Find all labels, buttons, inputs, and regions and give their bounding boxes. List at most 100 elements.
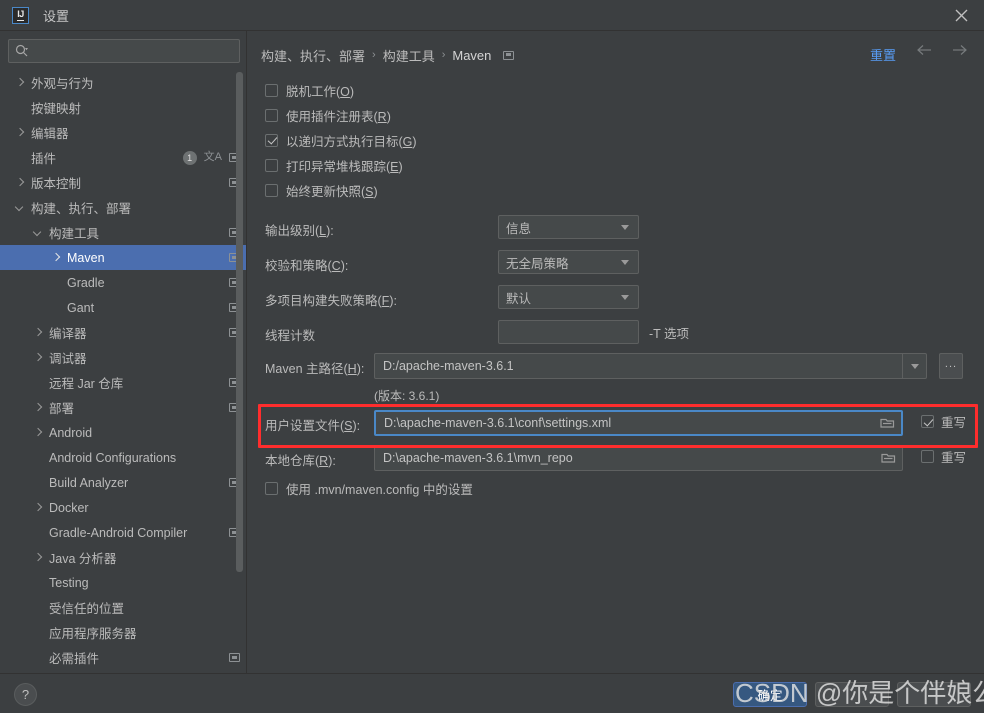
sidebar-item-label: Java 分析器 (49, 552, 117, 566)
sidebar-item-部署[interactable]: 部署 (0, 395, 246, 420)
breadcrumb-separator: › (372, 49, 376, 61)
maven-option-row[interactable]: 以递归方式执行目标(G) (265, 129, 417, 151)
user-settings-override-group[interactable]: 重写 (921, 412, 966, 431)
sidebar-item-testing[interactable]: Testing (0, 570, 246, 595)
chevron-right-icon[interactable] (34, 353, 43, 362)
sidebar-item-label: 编译器 (49, 327, 87, 341)
translate-icon[interactable]: 文A (204, 152, 222, 163)
use-mvn-config-checkbox[interactable] (265, 481, 278, 495)
user-settings-override-checkbox[interactable] (921, 415, 934, 428)
maven-option-row[interactable]: 使用插件注册表(R) (265, 104, 391, 126)
sidebar-item-label: 构建工具 (49, 227, 100, 241)
multiproject-fail-policy-label-row: 多项目构建失败策略(F): (265, 287, 397, 311)
sidebar-item-按键映射[interactable]: 按键映射 (0, 95, 246, 120)
sidebar-item-gradle-android-compiler[interactable]: Gradle-Android Compiler (0, 520, 246, 545)
apply-button[interactable] (897, 682, 971, 707)
maven-option-checkbox[interactable] (265, 183, 278, 197)
chevron-right-icon[interactable] (34, 403, 43, 412)
help-button[interactable]: ? (14, 683, 37, 706)
local-repository-override-group[interactable]: 重写 (921, 447, 966, 466)
search-input[interactable] (29, 44, 239, 58)
user-settings-file-input[interactable]: D:\apache-maven-3.6.1\conf\settings.xml (374, 410, 903, 436)
thread-count-input[interactable] (498, 320, 639, 344)
sidebar-item-应用程序服务器[interactable]: 应用程序服务器 (0, 620, 246, 645)
sidebar-item-调试器[interactable]: 调试器 (0, 345, 246, 370)
sidebar-item-必需插件[interactable]: 必需插件 (0, 645, 246, 670)
maven-option-row[interactable]: 脱机工作(O) (265, 79, 354, 101)
chevron-down-icon[interactable] (16, 203, 25, 212)
sidebar-item-插件[interactable]: 插件 1 文A (0, 145, 246, 170)
sidebar-item-外观与行为[interactable]: 外观与行为 (0, 70, 246, 95)
chevron-right-icon[interactable] (34, 503, 43, 512)
dialog-footer: ? 确定 (0, 673, 984, 713)
sidebar-item-版本控制[interactable]: 版本控制 (0, 170, 246, 195)
sidebar-item-build-analyzer[interactable]: Build Analyzer (0, 470, 246, 495)
sidebar-item-gant[interactable]: Gant (0, 295, 246, 320)
sidebar-item-label: 插件 (31, 152, 57, 166)
copy-icon[interactable] (503, 50, 515, 60)
settings-tree[interactable]: 外观与行为 按键映射 编辑器 插件 1 文A 版本控制 构建、执行、部署 构建工具 Maven Gr… (0, 70, 246, 673)
maven-settings-panel: 构建、执行、部署 › 构建工具 › Maven 重置 脱机工作(O) 使用插件注册… (247, 31, 984, 673)
sidebar-item-构建工具[interactable]: 构建工具 (0, 220, 246, 245)
breadcrumb-part-0[interactable]: 构建、执行、部署 (261, 46, 365, 65)
arrow-left-icon[interactable] (916, 44, 933, 60)
maven-option-checkbox[interactable] (265, 83, 278, 97)
sidebar-item-android-configurations[interactable]: Android Configurations (0, 445, 246, 470)
window-title: 设置 (43, 8, 70, 24)
chevron-right-icon[interactable] (34, 428, 43, 437)
chevron-right-icon[interactable] (16, 78, 25, 87)
chevron-down-icon[interactable] (34, 228, 43, 237)
maven-option-label: 始终更新快照(S) (286, 184, 378, 199)
output-level-select[interactable]: 信息 (498, 215, 639, 239)
settings-search[interactable] (8, 39, 240, 63)
local-repository-input[interactable]: D:\apache-maven-3.6.1\mvn_repo (374, 445, 903, 471)
checksum-policy-select[interactable]: 无全局策略 (498, 250, 639, 274)
sidebar-item-docker[interactable]: Docker (0, 495, 246, 520)
maven-option-checkbox[interactable] (265, 158, 278, 172)
chevron-right-icon[interactable] (16, 178, 25, 187)
sidebar-item-android[interactable]: Android (0, 420, 246, 445)
ok-button-label: 确定 (757, 689, 783, 703)
sidebar-item-编辑器[interactable]: 编辑器 (0, 120, 246, 145)
cancel-button[interactable] (815, 682, 889, 707)
chevron-right-icon[interactable] (34, 328, 43, 337)
local-repository-override-checkbox[interactable] (921, 450, 934, 463)
sidebar-scrollbar-thumb[interactable] (236, 72, 243, 572)
maven-home-combo[interactable]: D:/apache-maven-3.6.1 (374, 353, 927, 379)
chevron-right-icon[interactable] (16, 128, 25, 137)
maven-home-browse-button[interactable]: ... (939, 353, 963, 379)
maven-option-checkbox[interactable] (265, 108, 278, 122)
sidebar-item-maven[interactable]: Maven (0, 245, 246, 270)
thread-count-label: 线程计数 (265, 328, 316, 343)
sidebar-item-远程-jar-仓库[interactable]: 远程 Jar 仓库 (0, 370, 246, 395)
chevron-right-icon[interactable] (34, 553, 43, 562)
chevron-down-icon[interactable] (902, 354, 926, 378)
multiproject-fail-policy-select[interactable]: 默认 (498, 285, 639, 309)
search-box[interactable] (8, 39, 240, 63)
sidebar-scrollbar[interactable] (236, 72, 243, 662)
close-icon[interactable] (938, 0, 984, 31)
folder-icon[interactable] (880, 416, 895, 429)
maven-option-checkbox[interactable] (265, 133, 278, 147)
arrow-right-icon[interactable] (951, 44, 968, 60)
use-mvn-config-row[interactable]: 使用 .mvn/maven.config 中的设置 (265, 477, 473, 499)
breadcrumb-part-1[interactable]: 构建工具 (383, 46, 435, 65)
local-repo-label-row: 本地仓库(R): (265, 447, 336, 471)
sidebar-item-构建-执行-部署[interactable]: 构建、执行、部署 (0, 195, 246, 220)
reset-link[interactable]: 重置 (870, 45, 896, 64)
sidebar-item-编译器[interactable]: 编译器 (0, 320, 246, 345)
chevron-right-icon[interactable] (52, 253, 61, 262)
ok-button[interactable]: 确定 (733, 682, 807, 707)
folder-icon[interactable] (881, 451, 896, 464)
maven-option-row[interactable]: 打印异常堆栈跟踪(E) (265, 154, 403, 176)
maven-option-row[interactable]: 始终更新快照(S) (265, 179, 378, 201)
sidebar-item-受信任的位置[interactable]: 受信任的位置 (0, 595, 246, 620)
sidebar-item-java-分析器[interactable]: Java 分析器 (0, 545, 246, 570)
sidebar-item-gradle[interactable]: Gradle (0, 270, 246, 295)
